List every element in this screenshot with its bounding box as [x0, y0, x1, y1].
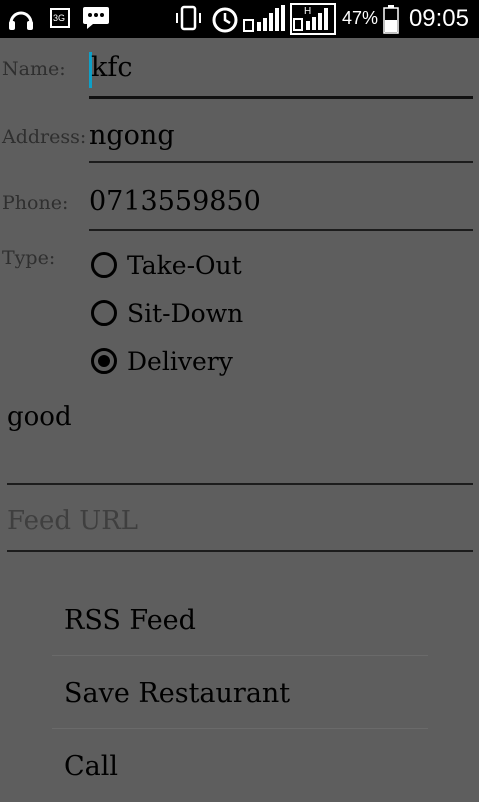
address-label: Address:: [2, 126, 87, 148]
notes-value: good: [7, 402, 72, 432]
battery-percent: 47%: [342, 8, 379, 28]
notes-underline: [7, 483, 473, 485]
name-value: kfc: [91, 52, 133, 83]
headphones-icon: [9, 11, 33, 30]
menu-divider: [52, 655, 428, 656]
phone-value: 0713559850: [89, 186, 261, 217]
radio-label-take-out: Take-Out: [127, 250, 242, 280]
vibrate-icon: [176, 5, 201, 31]
status-bar: 3G H 47% 09:05: [0, 0, 479, 38]
radio-take-out[interactable]: Take-Out: [91, 248, 242, 282]
radio-label-delivery: Delivery: [127, 346, 233, 376]
clock: 09:05: [408, 5, 469, 32]
phone-underline: [89, 229, 473, 231]
hspa-signal-icon: H: [290, 3, 336, 35]
3g-data-icon: 3G: [50, 8, 70, 28]
name-field[interactable]: kfc: [89, 48, 473, 94]
phone-field[interactable]: 0713559850: [89, 182, 473, 226]
name-label: Name:: [2, 58, 66, 80]
radio-button-selected-icon[interactable]: [91, 348, 117, 374]
battery-icon: [383, 5, 399, 34]
name-underline: [89, 96, 473, 99]
type-label: Type:: [2, 247, 56, 269]
feed-url-input[interactable]: Feed URL: [7, 500, 473, 548]
radio-label-sit-down: Sit-Down: [127, 298, 244, 328]
address-value: ngong: [89, 120, 175, 151]
feed-url-placeholder: Feed URL: [7, 506, 139, 536]
menu-item-call[interactable]: Call: [52, 730, 428, 802]
signal-bars-icon: [243, 5, 285, 32]
menu-divider: [52, 728, 428, 729]
radio-delivery[interactable]: Delivery: [91, 344, 233, 378]
phone-label: Phone:: [2, 192, 69, 214]
menu-item-rss-feed[interactable]: RSS Feed: [52, 584, 428, 656]
menu-item-save-restaurant[interactable]: Save Restaurant: [52, 657, 428, 729]
feed-url-underline: [7, 550, 473, 552]
svg-text:3G: 3G: [53, 13, 65, 23]
sms-message-icon: [83, 7, 109, 29]
radio-sit-down[interactable]: Sit-Down: [91, 296, 243, 330]
radio-button-icon[interactable]: [91, 300, 117, 326]
alarm-icon: [212, 7, 238, 33]
address-underline: [89, 161, 473, 163]
radio-button-icon[interactable]: [91, 252, 117, 278]
address-field[interactable]: ngong: [89, 116, 473, 160]
svg-text:H: H: [304, 6, 311, 17]
notes-field[interactable]: good: [7, 396, 473, 480]
